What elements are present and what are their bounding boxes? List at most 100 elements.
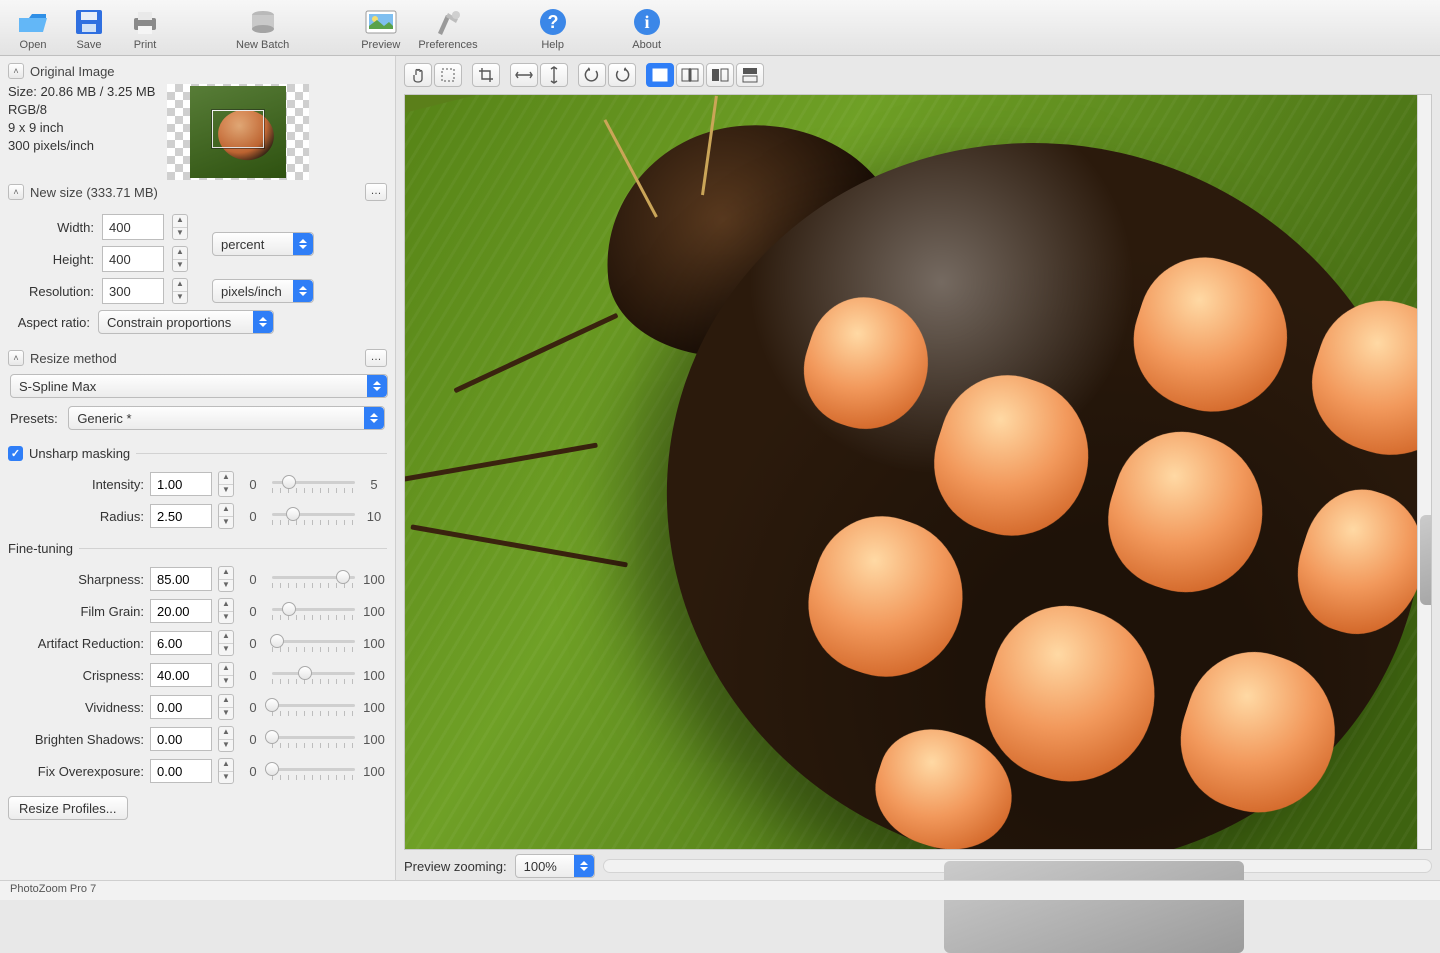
overexp-slider[interactable]: [272, 762, 355, 780]
artifact-slider[interactable]: [272, 634, 355, 652]
shadows-label: Brighten Shadows:: [8, 732, 144, 747]
view-single-button[interactable]: [646, 63, 674, 87]
original-mode: RGB/8: [8, 102, 155, 117]
overexp-min: 0: [240, 764, 266, 779]
preferences-icon: [429, 5, 467, 39]
view-split-center-button[interactable]: [676, 63, 704, 87]
crispness-stepper[interactable]: ▲▼: [218, 662, 234, 688]
section-new-size[interactable]: ˄ New size (333.71 MB) …: [4, 180, 391, 204]
rotate-left-button[interactable]: [578, 63, 606, 87]
hand-tool[interactable]: [404, 63, 432, 87]
preview-zoom-label: Preview zooming:: [404, 859, 507, 874]
intensity-slider[interactable]: [272, 475, 355, 493]
flip-vertical-button[interactable]: [540, 63, 568, 87]
vividness-slider[interactable]: [272, 698, 355, 716]
open-button[interactable]: Open: [8, 5, 58, 51]
crispness-label: Crispness:: [8, 668, 144, 683]
crop-tool[interactable]: [472, 63, 500, 87]
sharpness-input[interactable]: [150, 567, 212, 591]
disclose-icon[interactable]: ˄: [8, 350, 24, 366]
save-label: Save: [76, 39, 101, 51]
rotate-right-button[interactable]: [608, 63, 636, 87]
horizontal-scrollbar[interactable]: [603, 859, 1432, 873]
batch-label: New Batch: [236, 39, 289, 51]
aspect-label: Aspect ratio:: [8, 315, 90, 330]
thumbnail-navigator[interactable]: [167, 84, 309, 180]
crispness-input[interactable]: [150, 663, 212, 687]
view-split-h-button[interactable]: [736, 63, 764, 87]
overexp-stepper[interactable]: ▲▼: [218, 758, 234, 784]
overexp-input[interactable]: [150, 759, 212, 783]
radius-input[interactable]: [150, 504, 212, 528]
shadows-max: 100: [361, 732, 387, 747]
filmgrain-slider[interactable]: [272, 602, 355, 620]
resolution-label: Resolution:: [8, 284, 94, 299]
unsharp-label: Unsharp masking: [29, 446, 130, 461]
height-stepper[interactable]: ▲▼: [172, 246, 188, 272]
newsize-more-button[interactable]: …: [365, 183, 387, 201]
height-input[interactable]: [102, 246, 164, 272]
radius-label: Radius:: [8, 509, 144, 524]
aspect-select[interactable]: Constrain proportions: [98, 310, 274, 334]
help-label: Help: [541, 39, 564, 51]
help-button[interactable]: ? Help: [528, 5, 578, 51]
original-density: 300 pixels/inch: [8, 138, 155, 153]
intensity-input[interactable]: [150, 472, 212, 496]
print-button[interactable]: Print: [120, 5, 170, 51]
radius-slider[interactable]: [272, 507, 355, 525]
shadows-stepper[interactable]: ▲▼: [218, 726, 234, 752]
artifact-stepper[interactable]: ▲▼: [218, 630, 234, 656]
width-stepper[interactable]: ▲▼: [172, 214, 188, 240]
original-dims: 9 x 9 inch: [8, 120, 155, 135]
preview-button[interactable]: Preview: [355, 5, 406, 51]
vividness-input[interactable]: [150, 695, 212, 719]
sidebar: ˄ Original Image Size: 20.86 MB / 3.25 M…: [0, 56, 396, 880]
flip-horizontal-button[interactable]: [510, 63, 538, 87]
shadows-input[interactable]: [150, 727, 212, 751]
new-batch-button[interactable]: New Batch: [230, 5, 295, 51]
sharpness-stepper[interactable]: ▲▼: [218, 566, 234, 592]
filmgrain-stepper[interactable]: ▲▼: [218, 598, 234, 624]
preview-zoom-select[interactable]: 100%: [515, 854, 595, 878]
resolution-input[interactable]: [102, 278, 164, 304]
radius-stepper[interactable]: ▲▼: [218, 503, 234, 529]
flip-v-icon: [547, 66, 561, 84]
svg-text:i: i: [644, 12, 649, 32]
resolution-stepper[interactable]: ▲▼: [172, 278, 188, 304]
resize-profiles-button[interactable]: Resize Profiles...: [8, 796, 128, 820]
sharpness-slider[interactable]: [272, 570, 355, 588]
section-original-image[interactable]: ˄ Original Image: [4, 60, 391, 82]
intensity-stepper[interactable]: ▲▼: [218, 471, 234, 497]
vividness-stepper[interactable]: ▲▼: [218, 694, 234, 720]
disclose-icon[interactable]: ˄: [8, 63, 24, 79]
width-input[interactable]: [102, 214, 164, 240]
about-button[interactable]: i About: [622, 5, 672, 51]
crispness-min: 0: [240, 668, 266, 683]
resolution-unit-select[interactable]: pixels/inch: [212, 279, 314, 303]
height-label: Height:: [8, 252, 94, 267]
resize-more-button[interactable]: …: [365, 349, 387, 367]
intensity-min: 0: [240, 477, 266, 492]
unsharp-checkbox[interactable]: [8, 446, 23, 461]
disclose-icon[interactable]: ˄: [8, 184, 24, 200]
preview-zoom-value: 100%: [524, 859, 557, 874]
artifact-input[interactable]: [150, 631, 212, 655]
marquee-tool[interactable]: [434, 63, 462, 87]
filmgrain-input[interactable]: [150, 599, 212, 623]
hand-icon: [410, 67, 426, 83]
shadows-slider[interactable]: [272, 730, 355, 748]
view-split-v-button[interactable]: [706, 63, 734, 87]
size-unit-select[interactable]: percent: [212, 232, 314, 256]
preferences-button[interactable]: Preferences: [412, 5, 483, 51]
status-bar: PhotoZoom Pro 7: [0, 880, 1440, 900]
crispness-slider[interactable]: [272, 666, 355, 684]
marquee-icon: [440, 67, 456, 83]
section-newsize-title: New size (333.71 MB): [30, 185, 158, 200]
preset-select[interactable]: Generic *: [68, 406, 385, 430]
vertical-scrollbar[interactable]: [1417, 95, 1431, 849]
resize-method-select[interactable]: S-Spline Max: [10, 374, 388, 398]
save-button[interactable]: Save: [64, 5, 114, 51]
image-canvas[interactable]: [404, 94, 1432, 850]
finetune-label: Fine-tuning: [8, 541, 73, 556]
section-resize-method[interactable]: ˄ Resize method …: [4, 346, 391, 370]
